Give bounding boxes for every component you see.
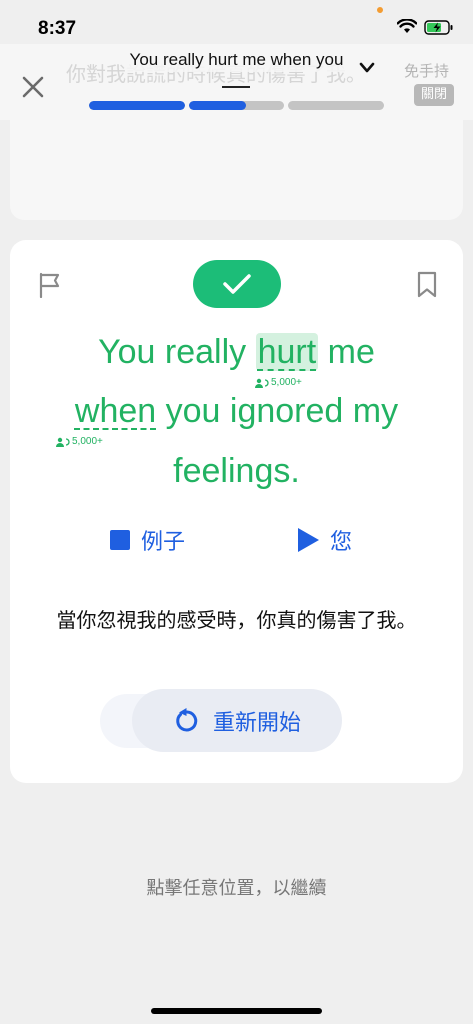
previous-card [10,120,463,220]
word-frequency-hurt: 5,000+ [255,377,302,388]
battery-charging-icon [424,20,453,35]
sentence-text: you ignored my [156,392,399,430]
privacy-indicator-dot [377,7,383,13]
lesson-title[interactable]: You really hurt me when you [125,48,348,72]
you-label: 您 [330,530,353,555]
example-stop-button[interactable]: 例子 [109,524,185,556]
wifi-icon [397,19,417,33]
play-icon [298,528,319,552]
status-bar: 8:37 [0,0,473,44]
sentence-line-1: You really hurt me [0,333,473,372]
flag-icon[interactable] [38,272,62,298]
sentence-text: You really [98,333,256,371]
play-you-button[interactable]: 您 [296,524,352,556]
speaker-people-icon [56,437,70,447]
translation-text: 當你忽視我的感受時，你真的傷害了我。 [56,608,417,632]
close-icon[interactable] [20,74,46,100]
progress-segment-1 [89,101,185,110]
word-frequency-when: 5,000+ [56,436,103,447]
speaker-people-icon [255,378,269,388]
bookmark-icon[interactable] [416,271,438,299]
handsfree-toggle[interactable]: 關閉 [414,84,454,106]
chevron-down-icon[interactable] [359,61,375,75]
sentence-text: feelings. [173,452,300,490]
title-underline [222,86,250,88]
word-when[interactable]: when [75,392,156,430]
stop-icon [110,530,130,550]
tap-to-continue-hint[interactable]: 點擊任意位置，以繼續 [0,874,473,900]
status-time: 8:37 [38,18,77,39]
word-hurt[interactable]: hurt [255,333,319,371]
example-label: 例子 [141,530,186,555]
restart-button[interactable]: 重新開始 [132,689,342,752]
check-icon [223,274,251,294]
progress-segment-3 [288,101,384,110]
lesson-title-row[interactable]: You really hurt me when you [0,48,473,72]
sentence-line-2: when you ignored my [0,392,473,431]
restart-icon [176,707,198,731]
correct-badge [193,260,281,308]
restart-label: 重新開始 [212,710,301,736]
sentence-line-3: feelings. [0,452,473,491]
sentence-text: me [318,333,375,371]
progress-segment-2 [189,101,284,110]
home-indicator[interactable] [151,1008,322,1014]
